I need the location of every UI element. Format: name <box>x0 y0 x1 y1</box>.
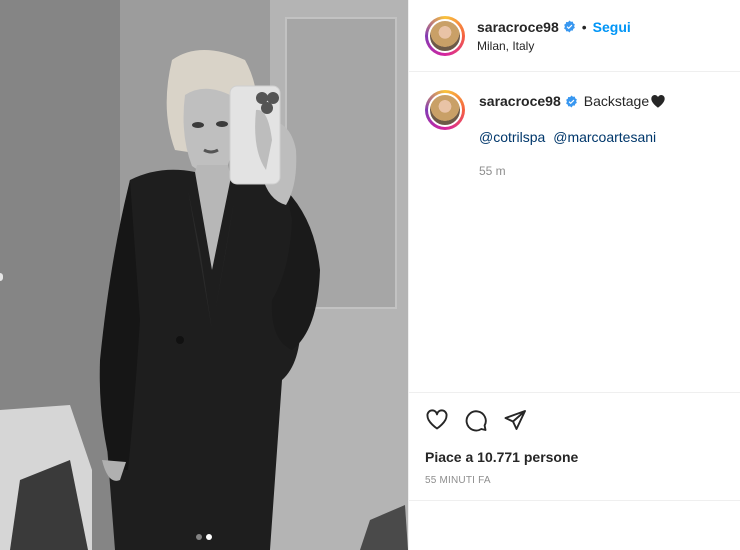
post-header: saracroce98 • Segui Milan, Italy <box>409 0 740 72</box>
author-username[interactable]: saracroce98 <box>477 19 559 35</box>
share-icon[interactable] <box>503 408 527 432</box>
post-actions: Piace a 10.771 persone 55 MINUTI FA <box>409 392 740 486</box>
author-avatar[interactable] <box>425 15 465 56</box>
caption-text: Backstage <box>583 93 650 109</box>
post-timestamp[interactable]: 55 MINUTI FA <box>425 475 725 486</box>
black-heart-icon <box>651 94 665 108</box>
caption-timestamp: 55 m <box>479 164 506 178</box>
post-location[interactable]: Milan, Italy <box>477 39 631 53</box>
follow-button[interactable]: Segui <box>593 19 631 35</box>
post-photo[interactable] <box>0 0 408 550</box>
post-details-panel: saracroce98 • Segui Milan, Italy saracro… <box>408 0 740 550</box>
photo-illustration <box>0 0 408 550</box>
likes-count[interactable]: Piace a 10.771 persone <box>425 449 725 465</box>
caption-author-avatar[interactable] <box>425 90 465 130</box>
carousel-dot-1[interactable] <box>196 534 202 540</box>
caption-mentions: @cotrilspa @marcoartesani <box>479 128 666 146</box>
heart-icon[interactable] <box>425 408 449 432</box>
add-comment-area[interactable] <box>409 500 740 550</box>
mention-link-marcoartesani[interactable]: @marcoartesani <box>553 129 656 145</box>
verified-badge-icon <box>565 95 577 107</box>
carousel-dot-2-active[interactable] <box>206 534 212 540</box>
verified-badge-icon <box>563 20 575 33</box>
mention-link-cotrilspa[interactable]: @cotrilspa <box>479 129 545 145</box>
caption-author-username[interactable]: saracroce98 <box>479 92 561 110</box>
header-separator: • <box>581 18 587 35</box>
carousel-indicator <box>0 534 408 540</box>
comment-icon[interactable] <box>464 408 488 432</box>
caption-comment: saracroce98 Backstage @cotrilspa @marcoa… <box>409 72 740 180</box>
